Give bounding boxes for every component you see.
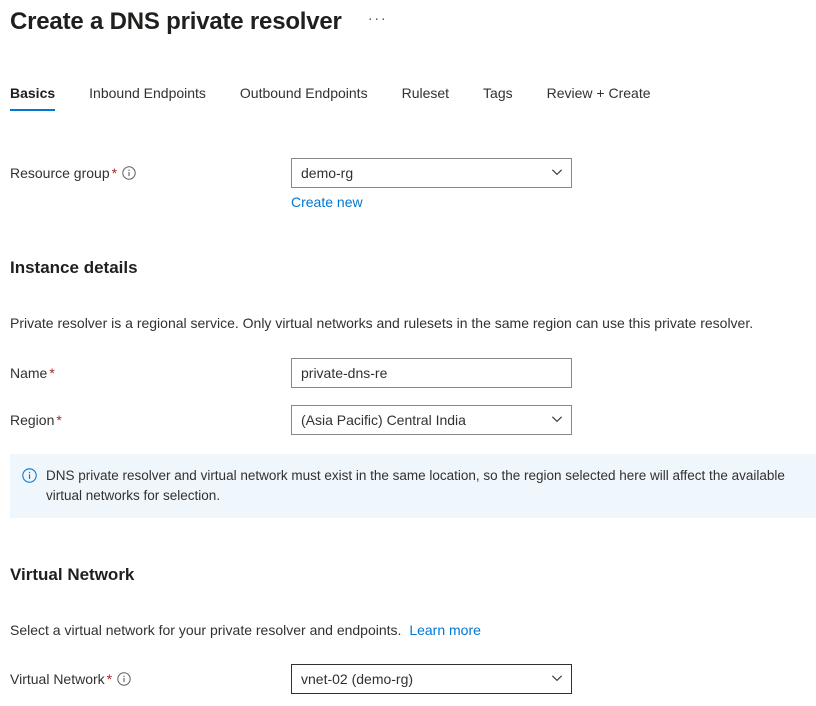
name-control: private-dns-re [291, 358, 816, 388]
tab-basics-label: Basics [10, 85, 56, 101]
tab-outbound-endpoints[interactable]: Outbound Endpoints [240, 84, 368, 111]
tab-tags[interactable]: Tags [483, 84, 513, 111]
tab-basics[interactable]: Basics [10, 84, 56, 111]
name-label-text: Name [10, 365, 48, 381]
region-info-banner: DNS private resolver and virtual network… [10, 454, 816, 518]
chevron-down-icon [551, 165, 563, 181]
page-title: Create a DNS private resolver [10, 8, 342, 35]
region-label-text: Region [10, 412, 55, 428]
tab-tags-label: Tags [483, 85, 513, 101]
required-asterisk: * [56, 412, 62, 428]
tab-ruleset-label: Ruleset [401, 85, 450, 101]
chevron-down-icon [551, 671, 563, 687]
region-value: (Asia Pacific) Central India [301, 412, 466, 428]
name-row: Name * private-dns-re [10, 358, 816, 388]
learn-more-link[interactable]: Learn more [409, 622, 481, 638]
resource-group-label: Resource group * [10, 158, 291, 183]
info-icon[interactable] [117, 672, 131, 686]
region-control: (Asia Pacific) Central India [291, 405, 816, 435]
region-row: Region * (Asia Pacific) Central India [10, 405, 816, 435]
tab-review-create[interactable]: Review + Create [547, 84, 651, 111]
name-label: Name * [10, 358, 291, 383]
more-actions-icon[interactable]: ··· [364, 11, 392, 32]
virtual-network-dropdown[interactable]: vnet-02 (demo-rg) [291, 664, 572, 694]
page-header: Create a DNS private resolver ··· [10, 0, 816, 44]
virtual-network-description: Select a virtual network for your privat… [10, 620, 481, 640]
tab-review-create-label: Review + Create [546, 85, 651, 101]
resource-group-control: demo-rg Create new [291, 158, 816, 212]
resource-group-value: demo-rg [301, 165, 354, 181]
chevron-down-icon [551, 412, 563, 428]
virtual-network-label: Virtual Network * [10, 664, 291, 689]
virtual-network-description-text: Select a virtual network for your privat… [10, 622, 402, 638]
virtual-network-row: Virtual Network * vnet-02 (demo-rg) [10, 664, 816, 694]
wizard-tabs: Basics Inbound Endpoints Outbound Endpoi… [0, 84, 816, 116]
virtual-network-control: vnet-02 (demo-rg) [291, 664, 816, 694]
resource-group-label-text: Resource group [10, 165, 110, 181]
region-info-banner-text: DNS private resolver and virtual network… [46, 468, 785, 503]
virtual-network-label-text: Virtual Network [10, 671, 105, 687]
info-icon[interactable] [122, 166, 136, 180]
required-asterisk: * [49, 365, 55, 381]
name-input[interactable]: private-dns-re [291, 358, 572, 388]
resource-group-row: Resource group * demo-rg Create new [10, 158, 816, 212]
tab-ruleset[interactable]: Ruleset [402, 84, 449, 111]
tab-inbound-endpoints[interactable]: Inbound Endpoints [89, 84, 206, 111]
instance-details-heading: Instance details [10, 258, 138, 277]
tab-outbound-endpoints-label: Outbound Endpoints [239, 85, 368, 101]
tab-inbound-endpoints-label: Inbound Endpoints [89, 85, 206, 101]
virtual-network-value: vnet-02 (demo-rg) [301, 671, 414, 687]
region-dropdown[interactable]: (Asia Pacific) Central India [291, 405, 572, 435]
required-asterisk: * [106, 671, 113, 687]
required-asterisk: * [111, 165, 118, 181]
name-value: private-dns-re [301, 365, 388, 381]
resource-group-dropdown[interactable]: demo-rg [291, 158, 572, 188]
create-new-resource-group-link[interactable]: Create new [291, 192, 363, 212]
info-icon [22, 468, 37, 488]
instance-details-description: Private resolver is a regional service. … [10, 315, 754, 331]
virtual-network-heading: Virtual Network [10, 565, 135, 584]
region-label: Region * [10, 405, 291, 430]
